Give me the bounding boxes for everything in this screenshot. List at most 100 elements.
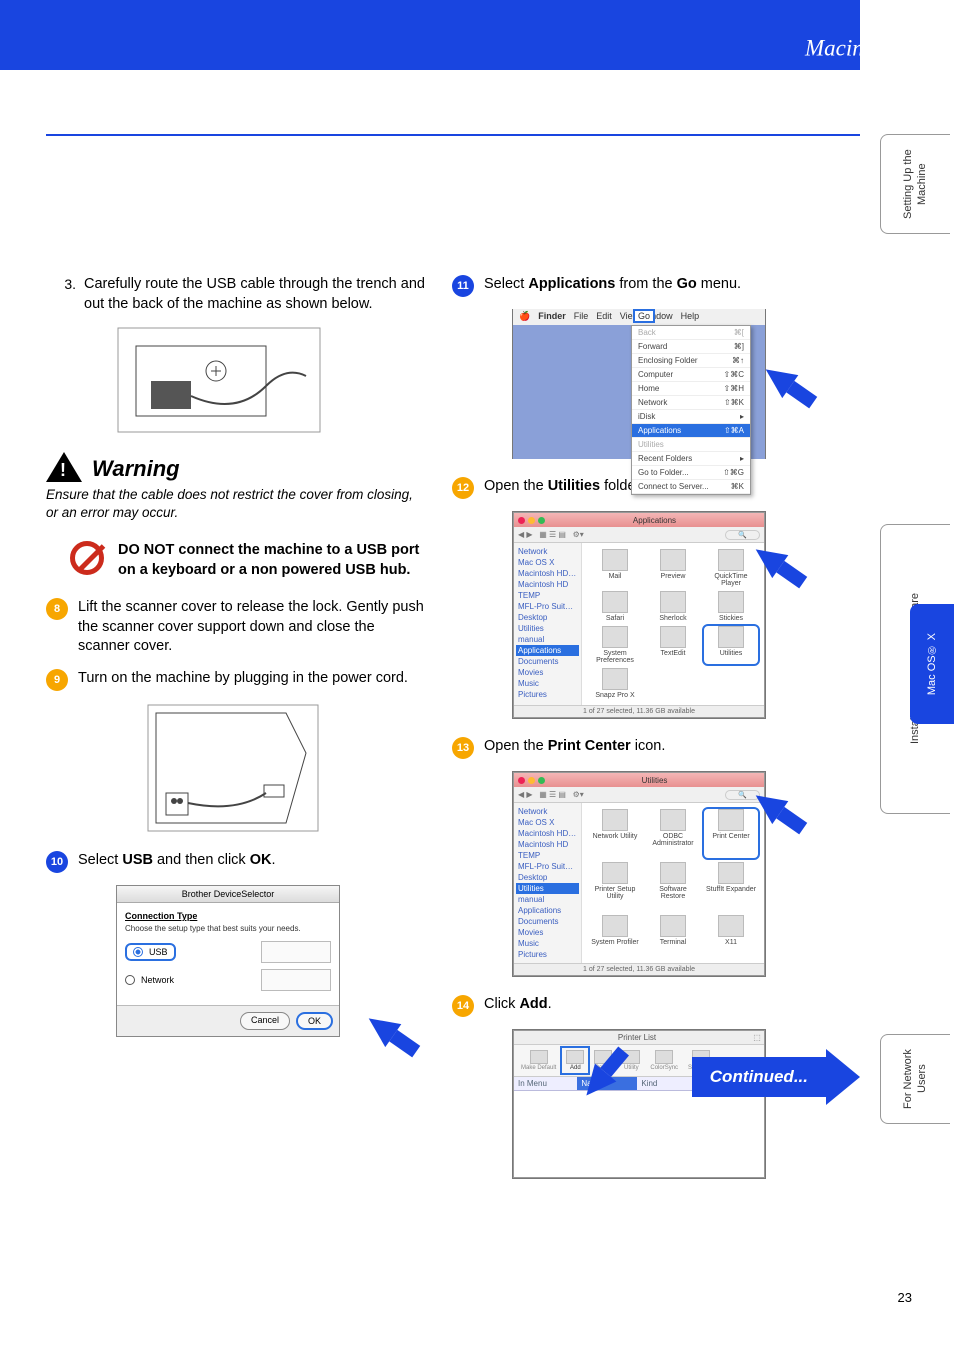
finder-item[interactable]: Network Utility	[588, 809, 642, 858]
sidebar-item[interactable]: Documents	[516, 656, 579, 667]
step-14-text: Click Add.	[484, 995, 860, 1015]
go-menu-item[interactable]: Forward⌘]	[632, 340, 750, 354]
finder-item[interactable]: Preview	[646, 549, 700, 587]
finder-item[interactable]: TextEdit	[646, 626, 700, 664]
finder-item[interactable]: Sherlock	[646, 591, 700, 622]
sidebar-item[interactable]: Network	[516, 546, 579, 557]
sidebar-item[interactable]: TEMP	[516, 590, 579, 601]
sidebar-item[interactable]: Pictures	[516, 689, 579, 700]
toolbar-button-add[interactable]: Add	[562, 1048, 588, 1073]
go-menu-item[interactable]: Recent Folders▸	[632, 452, 750, 466]
sidebar-item[interactable]: Mac OS X	[516, 557, 579, 568]
go-menu-item[interactable]: Connect to Server...⌘K	[632, 480, 750, 494]
finder-item[interactable]: System Profiler	[588, 915, 642, 957]
tab-mac-os-x[interactable]: Mac OS® X	[910, 604, 954, 724]
finder-item[interactable]: Snapz Pro X	[588, 668, 642, 699]
finder-item[interactable]: StuffIt Expander	[704, 862, 758, 911]
sidebar-item[interactable]: Utilities	[516, 883, 579, 894]
toolbar-button-make-default[interactable]: Make Default	[517, 1048, 560, 1073]
step-10-mid: and then click	[153, 852, 250, 868]
sidebar-item[interactable]: Macintosh HD…	[516, 568, 579, 579]
step-3-number: 3.	[46, 275, 76, 292]
finder-item[interactable]: Stickies	[704, 591, 758, 622]
finder-item[interactable]: Mail	[588, 549, 642, 587]
prohibit-icon	[70, 541, 104, 575]
step-10-ok: OK	[250, 852, 272, 868]
finder-item[interactable]: Software Restore	[646, 862, 700, 911]
t: Click	[484, 996, 519, 1012]
menu-view[interactable]: Vie	[620, 311, 633, 323]
sidebar-item[interactable]: TEMP	[516, 850, 579, 861]
step-11-bullet: 11	[452, 275, 474, 297]
sidebar-item[interactable]: Pictures	[516, 949, 579, 960]
sidebar-item[interactable]: Desktop	[516, 612, 579, 623]
column-left: 3. Carefully route the USB cable through…	[46, 275, 426, 1037]
sidebar-item[interactable]: Documents	[516, 916, 579, 927]
finder-item[interactable]: ODBC Administrator	[646, 809, 700, 858]
menu-edit[interactable]: Edit	[596, 311, 612, 323]
step-8: 8 Lift the scanner cover to release the …	[46, 598, 426, 657]
go-menu-item[interactable]: Go to Folder...⇧⌘G	[632, 466, 750, 480]
go-menu-item[interactable]: Enclosing Folder⌘↑	[632, 354, 750, 368]
go-bold: Go	[677, 276, 697, 292]
dialog-hint: Choose the setup type that best suits yo…	[125, 924, 331, 933]
menu-help[interactable]: Help	[681, 311, 700, 323]
sidebar-item[interactable]: Applications	[516, 905, 579, 916]
sidebar-item[interactable]: Utilities	[516, 623, 579, 634]
usb-radio[interactable]: USB	[125, 943, 176, 961]
sidebar-item[interactable]: Network	[516, 806, 579, 817]
cancel-button[interactable]: Cancel	[240, 1012, 290, 1030]
finder-item[interactable]: System Preferences	[588, 626, 642, 664]
go-menu-item[interactable]: Utilities	[632, 438, 750, 452]
sidebar-item[interactable]: Movies	[516, 927, 579, 938]
sidebar-item[interactable]: Applications	[516, 645, 579, 656]
finder-item[interactable]: Safari	[588, 591, 642, 622]
go-menu-item[interactable]: Network⇧⌘K	[632, 396, 750, 410]
tab-network-users[interactable]: For Network Users	[880, 1034, 950, 1124]
usb-label: USB	[149, 947, 168, 957]
finder-item[interactable]: QuickTime Player	[704, 549, 758, 587]
header-rule	[46, 134, 860, 136]
go-menu-item[interactable]: iDisk▸	[632, 410, 750, 424]
sidebar-item[interactable]: Macintosh HD	[516, 839, 579, 850]
sidebar-item[interactable]: Music	[516, 938, 579, 949]
finder-item[interactable]: Printer Setup Utility	[588, 862, 642, 911]
sidebar-item[interactable]: MFL-Pro Suite ⌃	[516, 601, 579, 612]
sidebar-item[interactable]: Macintosh HD	[516, 579, 579, 590]
go-menu-item[interactable]: Home⇧⌘H	[632, 382, 750, 396]
finder-item[interactable]: Print Center	[704, 809, 758, 858]
sidebar-item[interactable]: manual	[516, 634, 579, 645]
step-10-text: Select USB and then click OK.	[78, 851, 426, 871]
go-menu-item[interactable]: Back⌘[	[632, 326, 750, 340]
menu-file[interactable]: File	[574, 311, 589, 323]
finder-item[interactable]: Utilities	[704, 626, 758, 664]
step-11-text: Select Applications from the Go menu.	[484, 275, 860, 295]
sidebar-item[interactable]: manual	[516, 894, 579, 905]
machine-cable-drawing	[116, 326, 322, 434]
finder-item[interactable]: X11	[704, 915, 758, 957]
ok-button[interactable]: OK	[296, 1012, 333, 1030]
step-14-bullet: 14	[452, 995, 474, 1017]
step-10-pre: Select	[78, 852, 122, 868]
sidebar-item[interactable]: MFL-Pro Suite ⌃	[516, 861, 579, 872]
go-menu-item[interactable]: Applications⇧⌘A	[632, 424, 750, 438]
sidebar-item[interactable]: Music	[516, 678, 579, 689]
menu-go-highlight[interactable]: Go	[633, 309, 655, 323]
network-radio[interactable]: Network	[125, 975, 174, 985]
sidebar-item[interactable]: Macintosh HD…	[516, 828, 579, 839]
thumb-tabs: Setting Up the Machine Installing the Dr…	[860, 134, 954, 1134]
connection-type-label: Connection Type	[125, 911, 331, 921]
dialog-titlebar: Brother DeviceSelector	[117, 886, 339, 903]
column-header[interactable]: In Menu	[514, 1077, 577, 1090]
toolbar-button-colorsync[interactable]: ColorSync	[646, 1048, 682, 1073]
tab-setting-up[interactable]: Setting Up the Machine	[880, 134, 950, 234]
sidebar-item[interactable]: Desktop	[516, 872, 579, 883]
column-right: 11 Select Applications from the Go menu.…	[452, 275, 860, 1105]
warning-triangle-icon	[46, 452, 82, 482]
menu-finder[interactable]: Finder	[538, 311, 566, 323]
finder-item[interactable]: Terminal	[646, 915, 700, 957]
go-menu-item[interactable]: Computer⇧⌘C	[632, 368, 750, 382]
sidebar-item[interactable]: Mac OS X	[516, 817, 579, 828]
step-10: 10 Select USB and then click OK.	[46, 851, 426, 873]
sidebar-item[interactable]: Movies	[516, 667, 579, 678]
